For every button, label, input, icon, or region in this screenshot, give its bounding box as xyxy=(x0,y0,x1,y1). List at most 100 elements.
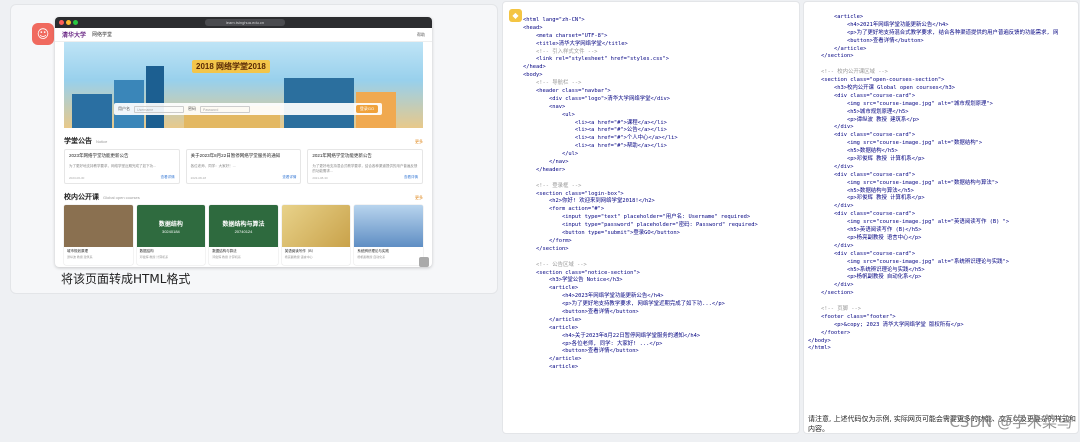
browser-titlebar: learn.tsinghua.edu.cn xyxy=(55,17,432,28)
notice-more-link[interactable]: 更多 xyxy=(415,139,423,145)
code-line: <h5>城市规划原理</h5> xyxy=(808,108,909,115)
notice-detail-link[interactable]: 查看详情 xyxy=(404,175,418,180)
notice-card-title: 关于2023年8月22日暂停网络学堂服务的通知 xyxy=(190,153,281,158)
course-teacher: 邓俊辉 教授 计算机系 xyxy=(212,255,241,259)
code-line: <input type="text" placeholder="用户名: Use… xyxy=(523,214,751,221)
code-line: <h2>你好! 欢迎来到网络学堂2018!</h2> xyxy=(523,198,655,205)
notice-detail-link[interactable]: 查看详情 xyxy=(282,175,296,180)
course-card[interactable]: 英语阅读写作（B） 杨亮副教授 语言中心 xyxy=(281,205,351,265)
code-line: <button>查看详情</button> xyxy=(523,308,639,315)
code-line: <header class="navbar"> xyxy=(523,88,611,95)
code-line: <button>查看详情</button> xyxy=(808,37,924,44)
code-line: <h4>2023年网络学堂功能更新公告</h4> xyxy=(523,293,664,300)
code-line: <p>&copy; 2023 清华大学网络学堂 版权所有</p> xyxy=(808,321,964,328)
code-line: <title>清华大学网络学堂</title> xyxy=(523,40,628,47)
code-line: <!-- 页脚 --> xyxy=(808,305,861,312)
notice-card-date: 2021-08-30 xyxy=(312,176,328,180)
code-line: <p>邓俊辉 教授 计算机系</p> xyxy=(808,195,925,202)
notice-card[interactable]: 关于2023年8月22日暂停网络学堂服务的通知 各位老师、同学：大家好！... … xyxy=(185,149,302,184)
code-line: </div> xyxy=(808,163,854,170)
code-line: </footer> xyxy=(808,329,851,336)
course-image-title: 数据结构 xyxy=(158,221,183,228)
code-line: </div> xyxy=(808,203,854,210)
course-card[interactable]: 系统辨识理论与实践 杨帆副教授 自动化系 xyxy=(354,205,423,265)
notice-card-body: 为了更好地支持教学要求，网络学堂近期完成了如下功... xyxy=(69,164,156,168)
login-button[interactable]: 登录GO xyxy=(356,105,378,113)
close-dot-icon xyxy=(59,20,64,25)
course-image-code: 30240184 xyxy=(161,228,180,234)
code-line: <img src="course-image.jpg" alt="系统辨识理论与… xyxy=(808,258,1010,265)
code-line: <input type="password" placeholder="密码: … xyxy=(523,222,758,229)
course-teacher: 邓俊辉 教授 计算机系 xyxy=(139,255,169,259)
code-line: <div class="logo">清华大学网络学堂</div> xyxy=(523,95,670,102)
course-image xyxy=(354,205,423,247)
code-line: </article> xyxy=(808,45,867,52)
password-input[interactable]: Password xyxy=(200,105,250,113)
code-line: <article> xyxy=(523,364,579,371)
notice-detail-link[interactable]: 查看详情 xyxy=(161,175,175,180)
notice-card[interactable]: 2021年网络学堂功能更新公告 为了更好地支持混合式教学要求，结合各种渠道提供的… xyxy=(307,149,424,184)
password-label: 密码 xyxy=(188,106,196,111)
course-name: 城市规划原理 xyxy=(67,249,88,253)
course-image xyxy=(281,205,351,247)
code-line: <button>查看详情</button> xyxy=(523,348,639,355)
notice-card-date: 2023-06-30 xyxy=(69,176,85,180)
login-box: 用户名 Username 密码 Password 登录GO xyxy=(114,103,382,115)
help-link: 帮助 xyxy=(417,31,425,37)
code-line: </div> xyxy=(808,124,854,131)
code-line: <head> xyxy=(523,24,543,31)
code-line: <meta charset="UTF-8"> xyxy=(523,32,608,39)
code-line: </form> xyxy=(523,237,572,244)
banner-building xyxy=(72,94,112,128)
course-more-link[interactable]: 更多 xyxy=(415,195,423,201)
course-teacher: 杨帆副教授 自动化系 xyxy=(357,255,386,259)
notice-card-title: 2021年网络学堂功能更新公告 xyxy=(312,153,372,158)
site-navbar: 清华大学 网络学堂 帮助 xyxy=(55,28,432,42)
code-line: <p>为了更好地支持混合式教学要求, 结合各种渠道提供的用户普遍反馈的功能需求,… xyxy=(808,29,1059,36)
code-line: <img src="course-image.jpg" alt="城市规划原理"… xyxy=(808,100,993,107)
code-line: <p>杨帆副教授 自动化系</p> xyxy=(808,274,922,281)
code-line: </section> xyxy=(808,290,854,297)
notice-card[interactable]: 2023年网络学堂功能更新公告 为了更好地支持教学要求，网络学堂近期完成了如下功… xyxy=(64,149,180,184)
code-line: </div> xyxy=(808,242,854,249)
course-card[interactable]: 数据结构 30240184 数据结构 邓俊辉 教授 计算机系 xyxy=(136,205,206,265)
code-line: <h5>英语阅读写作 (B)</h5> xyxy=(808,227,922,234)
code-line: </article> xyxy=(523,356,582,363)
code-line: <img src="course-image.jpg" alt="数据结构与算法… xyxy=(808,179,999,186)
notice-card-body: 为了更好地支持混合式教学要求，结合各种渠道提供的用户普遍反馈的功能需求... xyxy=(312,164,418,173)
course-card[interactable]: 城市规划原理 谭纵波 教授 建筑系 xyxy=(64,205,133,265)
code-line: <div class="course-card"> xyxy=(808,250,916,257)
code-line: <!-- 登录框 --> xyxy=(523,182,582,189)
course-name: 数据结构与算法 xyxy=(212,249,237,253)
response-code-panel: ◆ <html lang="zh-CN"> <head> <meta charse… xyxy=(502,1,800,434)
course-list: 城市规划原理 谭纵波 教授 建筑系 数据结构 30240184 数据结构 邓俊辉 … xyxy=(55,202,432,265)
code-line: <h5>数据结构</h5> xyxy=(808,148,898,155)
expand-icon[interactable] xyxy=(419,257,429,267)
code-line: </section> xyxy=(523,245,569,252)
course-teacher: 杨亮副教授 语言中心 xyxy=(284,255,313,259)
code-line: </header> xyxy=(523,166,566,173)
course-teacher: 谭纵波 教授 建筑系 xyxy=(67,255,93,259)
code-line: <div class="course-card"> xyxy=(808,171,916,178)
code-line: <h4>关于2023年8月22日暂停网络学堂服务的通知</h4> xyxy=(523,332,701,339)
username-input[interactable]: Username xyxy=(134,105,184,113)
user-message-card: ☺ learn.tsinghua.edu.cn 清华大学 网络学堂 帮助 201… xyxy=(10,4,498,294)
course-image: 数据结构 30240184 xyxy=(136,205,206,247)
code-line: <div class="course-card"> xyxy=(808,211,916,218)
attached-screenshot[interactable]: learn.tsinghua.edu.cn 清华大学 网络学堂 帮助 2018 … xyxy=(55,17,432,267)
notice-list: 2023年网络学堂功能更新公告 为了更好地支持教学要求，网络学堂近期完成了如下功… xyxy=(55,146,432,184)
course-card[interactable]: 数据结构与算法 20740124 数据结构与算法 邓俊辉 教授 计算机系 xyxy=(209,205,278,265)
code-line: <img src="course-image.jpg" alt="英语阅读写作 … xyxy=(808,219,1010,226)
banner-tower xyxy=(146,66,164,128)
course-image xyxy=(64,205,133,247)
code-block: <html lang="zh-CN"> <head> <meta charset=… xyxy=(523,17,795,372)
response-code-panel-continued: <article> <h4>2021年网络学堂功能更新公告</h4> <p>为了… xyxy=(803,1,1079,434)
browser-url: learn.tsinghua.edu.cn xyxy=(205,19,285,26)
minimize-dot-icon xyxy=(66,20,71,25)
course-name: 英语阅读写作（B） xyxy=(284,249,316,253)
username-label: 用户名 xyxy=(118,106,130,111)
code-line: <img src="course-image.jpg" alt="数据结构"> xyxy=(808,140,983,147)
code-block: <article> <h4>2021年网络学堂功能更新公告</h4> <p>为了… xyxy=(808,14,1076,353)
code-line: </div> xyxy=(808,282,854,289)
